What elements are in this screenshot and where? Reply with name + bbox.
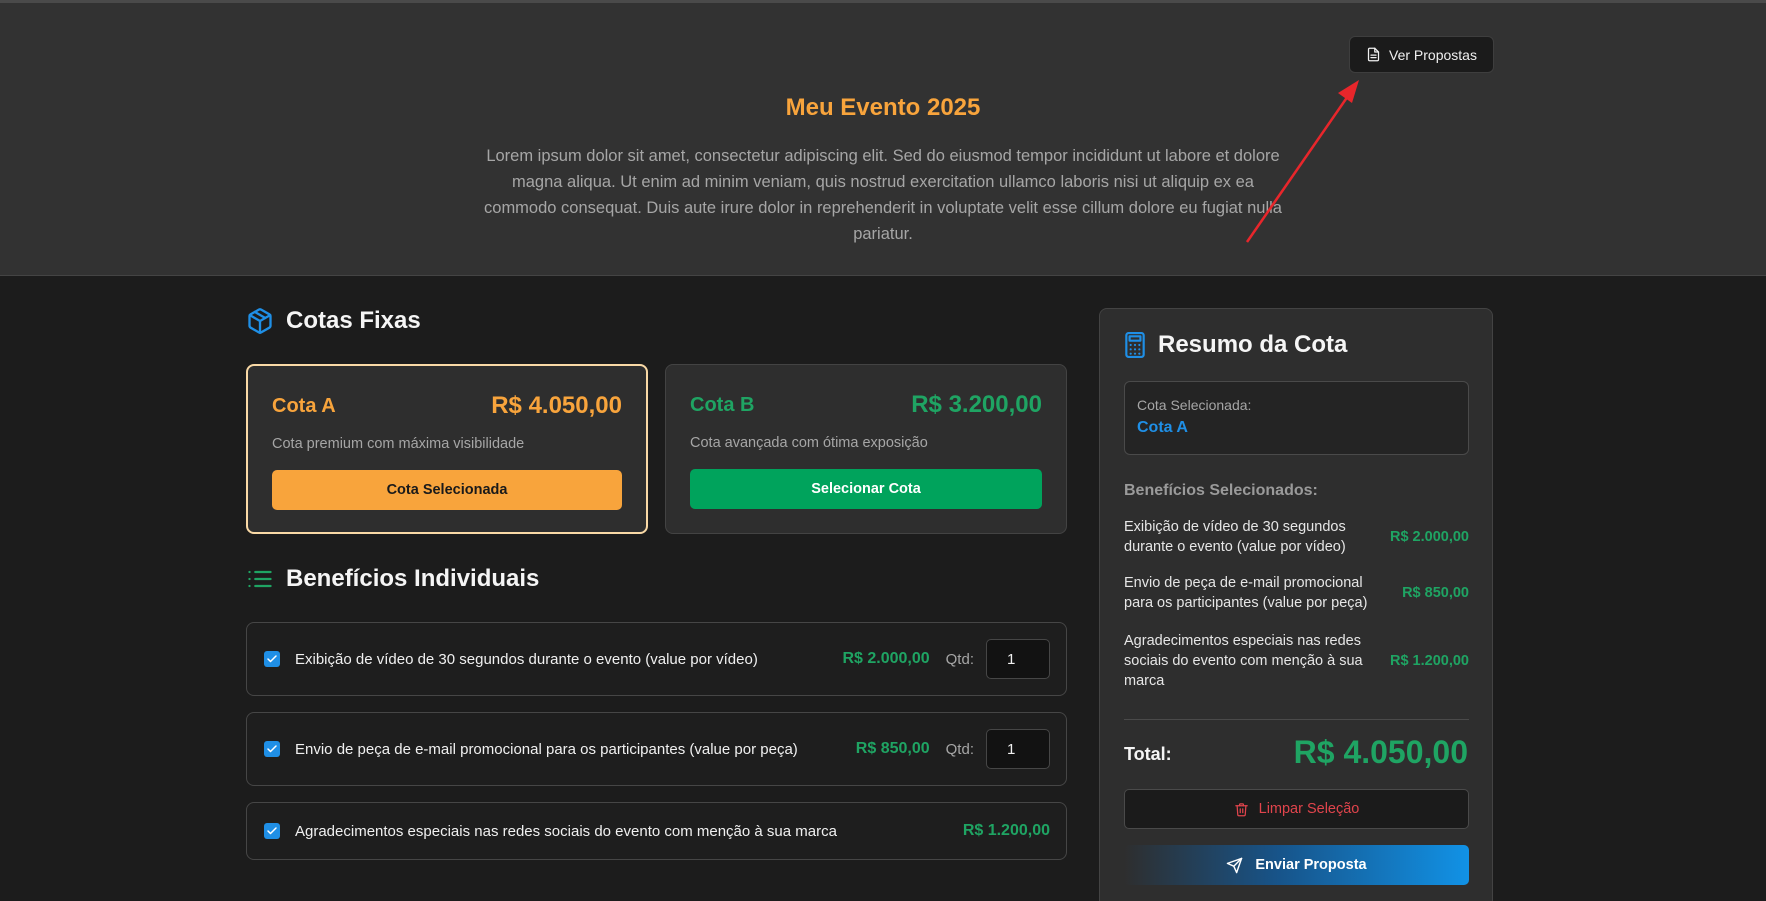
resumo-heading: Resumo da Cota [1124, 331, 1347, 359]
calculator-icon [1125, 332, 1145, 358]
selected-cota-label: Cota Selecionada: [1137, 397, 1252, 413]
send-icon [1227, 857, 1243, 873]
list-icon [248, 570, 272, 588]
check-icon [267, 655, 277, 663]
cotas-fixas-title: Cotas Fixas [286, 307, 421, 334]
benefit-price: R$ 1.200,00 [962, 822, 1050, 839]
quantity-input[interactable] [986, 729, 1050, 769]
qtd-label: Qtd: [945, 650, 974, 668]
clear-selection-button[interactable]: Limpar Seleção [1124, 789, 1469, 829]
selected-benefits-heading: Benefícios Selecionados: [1124, 482, 1318, 499]
beneficios-title: Benefícios Individuais [286, 565, 540, 592]
check-icon [267, 827, 277, 835]
summary-item: Exibição de vídeo de 30 segundos durante… [1124, 517, 1469, 557]
total-value: R$ 4.050,00 [1293, 734, 1468, 770]
benefit-label: Exibição de vídeo de 30 segundos durante… [295, 650, 758, 668]
selected-cota-box: Cota Selecionada: Cota A [1124, 381, 1469, 455]
send-proposal-label: Enviar Proposta [1255, 857, 1367, 873]
benefit-checkbox[interactable] [264, 823, 280, 839]
summary-item-price: R$ 1.200,00 [1389, 653, 1469, 669]
cota-name: Cota B [690, 393, 755, 416]
cota-card-b[interactable]: Cota B R$ 3.200,00 Cota avançada com óti… [665, 364, 1067, 534]
event-title: Meu Evento 2025 [785, 94, 981, 121]
ver-propostas-label: Ver Propostas [1389, 46, 1477, 63]
cota-selected-button[interactable]: Cota Selecionada [272, 470, 622, 510]
total-label: Total: [1124, 744, 1172, 764]
cota-card-a[interactable]: Cota A R$ 4.050,00 Cota premium com máxi… [246, 364, 648, 534]
summary-item-label: Envio de peça de e-mail promocional para… [1124, 575, 1368, 611]
check-icon [267, 745, 277, 753]
summary-item-label: Exibição de vídeo de 30 segundos durante… [1124, 519, 1346, 555]
benefit-price: R$ 850,00 [855, 740, 930, 757]
summary-item-price: R$ 2.000,00 [1389, 529, 1469, 545]
cota-description: Cota avançada com ótima exposição [690, 435, 928, 451]
cota-price: R$ 4.050,00 [491, 392, 622, 419]
clear-selection-label: Limpar Seleção [1258, 801, 1360, 817]
resumo-panel: Resumo da Cota Cota Selecionada: Cota A … [1099, 308, 1493, 901]
summary-item: Envio de peça de e-mail promocional para… [1124, 573, 1469, 613]
summary-item: Agradecimentos especiais nas redes socia… [1124, 631, 1469, 691]
package-icon [248, 308, 272, 334]
summary-item-price: R$ 850,00 [1402, 585, 1469, 601]
benefit-label: Envio de peça de e-mail promocional para… [295, 740, 798, 758]
selected-cota-value: Cota A [1137, 419, 1188, 436]
qtd-label: Qtd: [945, 740, 974, 758]
event-header: Ver Propostas Meu Evento 2025 Lorem ipsu… [0, 3, 1766, 276]
cota-name: Cota A [272, 394, 336, 417]
select-cota-button[interactable]: Selecionar Cota [690, 469, 1042, 509]
trash-icon [1234, 802, 1248, 816]
cotas-fixas-heading: Cotas Fixas [246, 307, 421, 335]
send-proposal-button[interactable]: Enviar Proposta [1124, 845, 1469, 885]
benefit-checkbox[interactable] [264, 741, 280, 757]
benefit-row: Envio de peça de e-mail promocional para… [246, 712, 1067, 786]
cota-price: R$ 3.200,00 [911, 391, 1042, 418]
beneficios-heading: Benefícios Individuais [246, 565, 539, 593]
benefit-price: R$ 2.000,00 [842, 650, 930, 667]
benefit-row: Agradecimentos especiais nas redes socia… [246, 802, 1067, 860]
cota-description: Cota premium com máxima visibilidade [272, 436, 525, 452]
summary-item-label: Agradecimentos especiais nas redes socia… [1124, 633, 1363, 689]
file-text-icon [1367, 47, 1380, 62]
benefit-checkbox[interactable] [264, 651, 280, 667]
ver-propostas-button[interactable]: Ver Propostas [1349, 36, 1494, 73]
resumo-title: Resumo da Cota [1158, 331, 1348, 358]
quantity-input[interactable] [986, 639, 1050, 679]
benefit-label: Agradecimentos especiais nas redes socia… [295, 822, 837, 840]
summary-divider [1124, 719, 1469, 720]
benefit-row: Exibição de vídeo de 30 segundos durante… [246, 622, 1067, 696]
event-description: Lorem ipsum dolor sit amet, consectetur … [484, 147, 1282, 243]
